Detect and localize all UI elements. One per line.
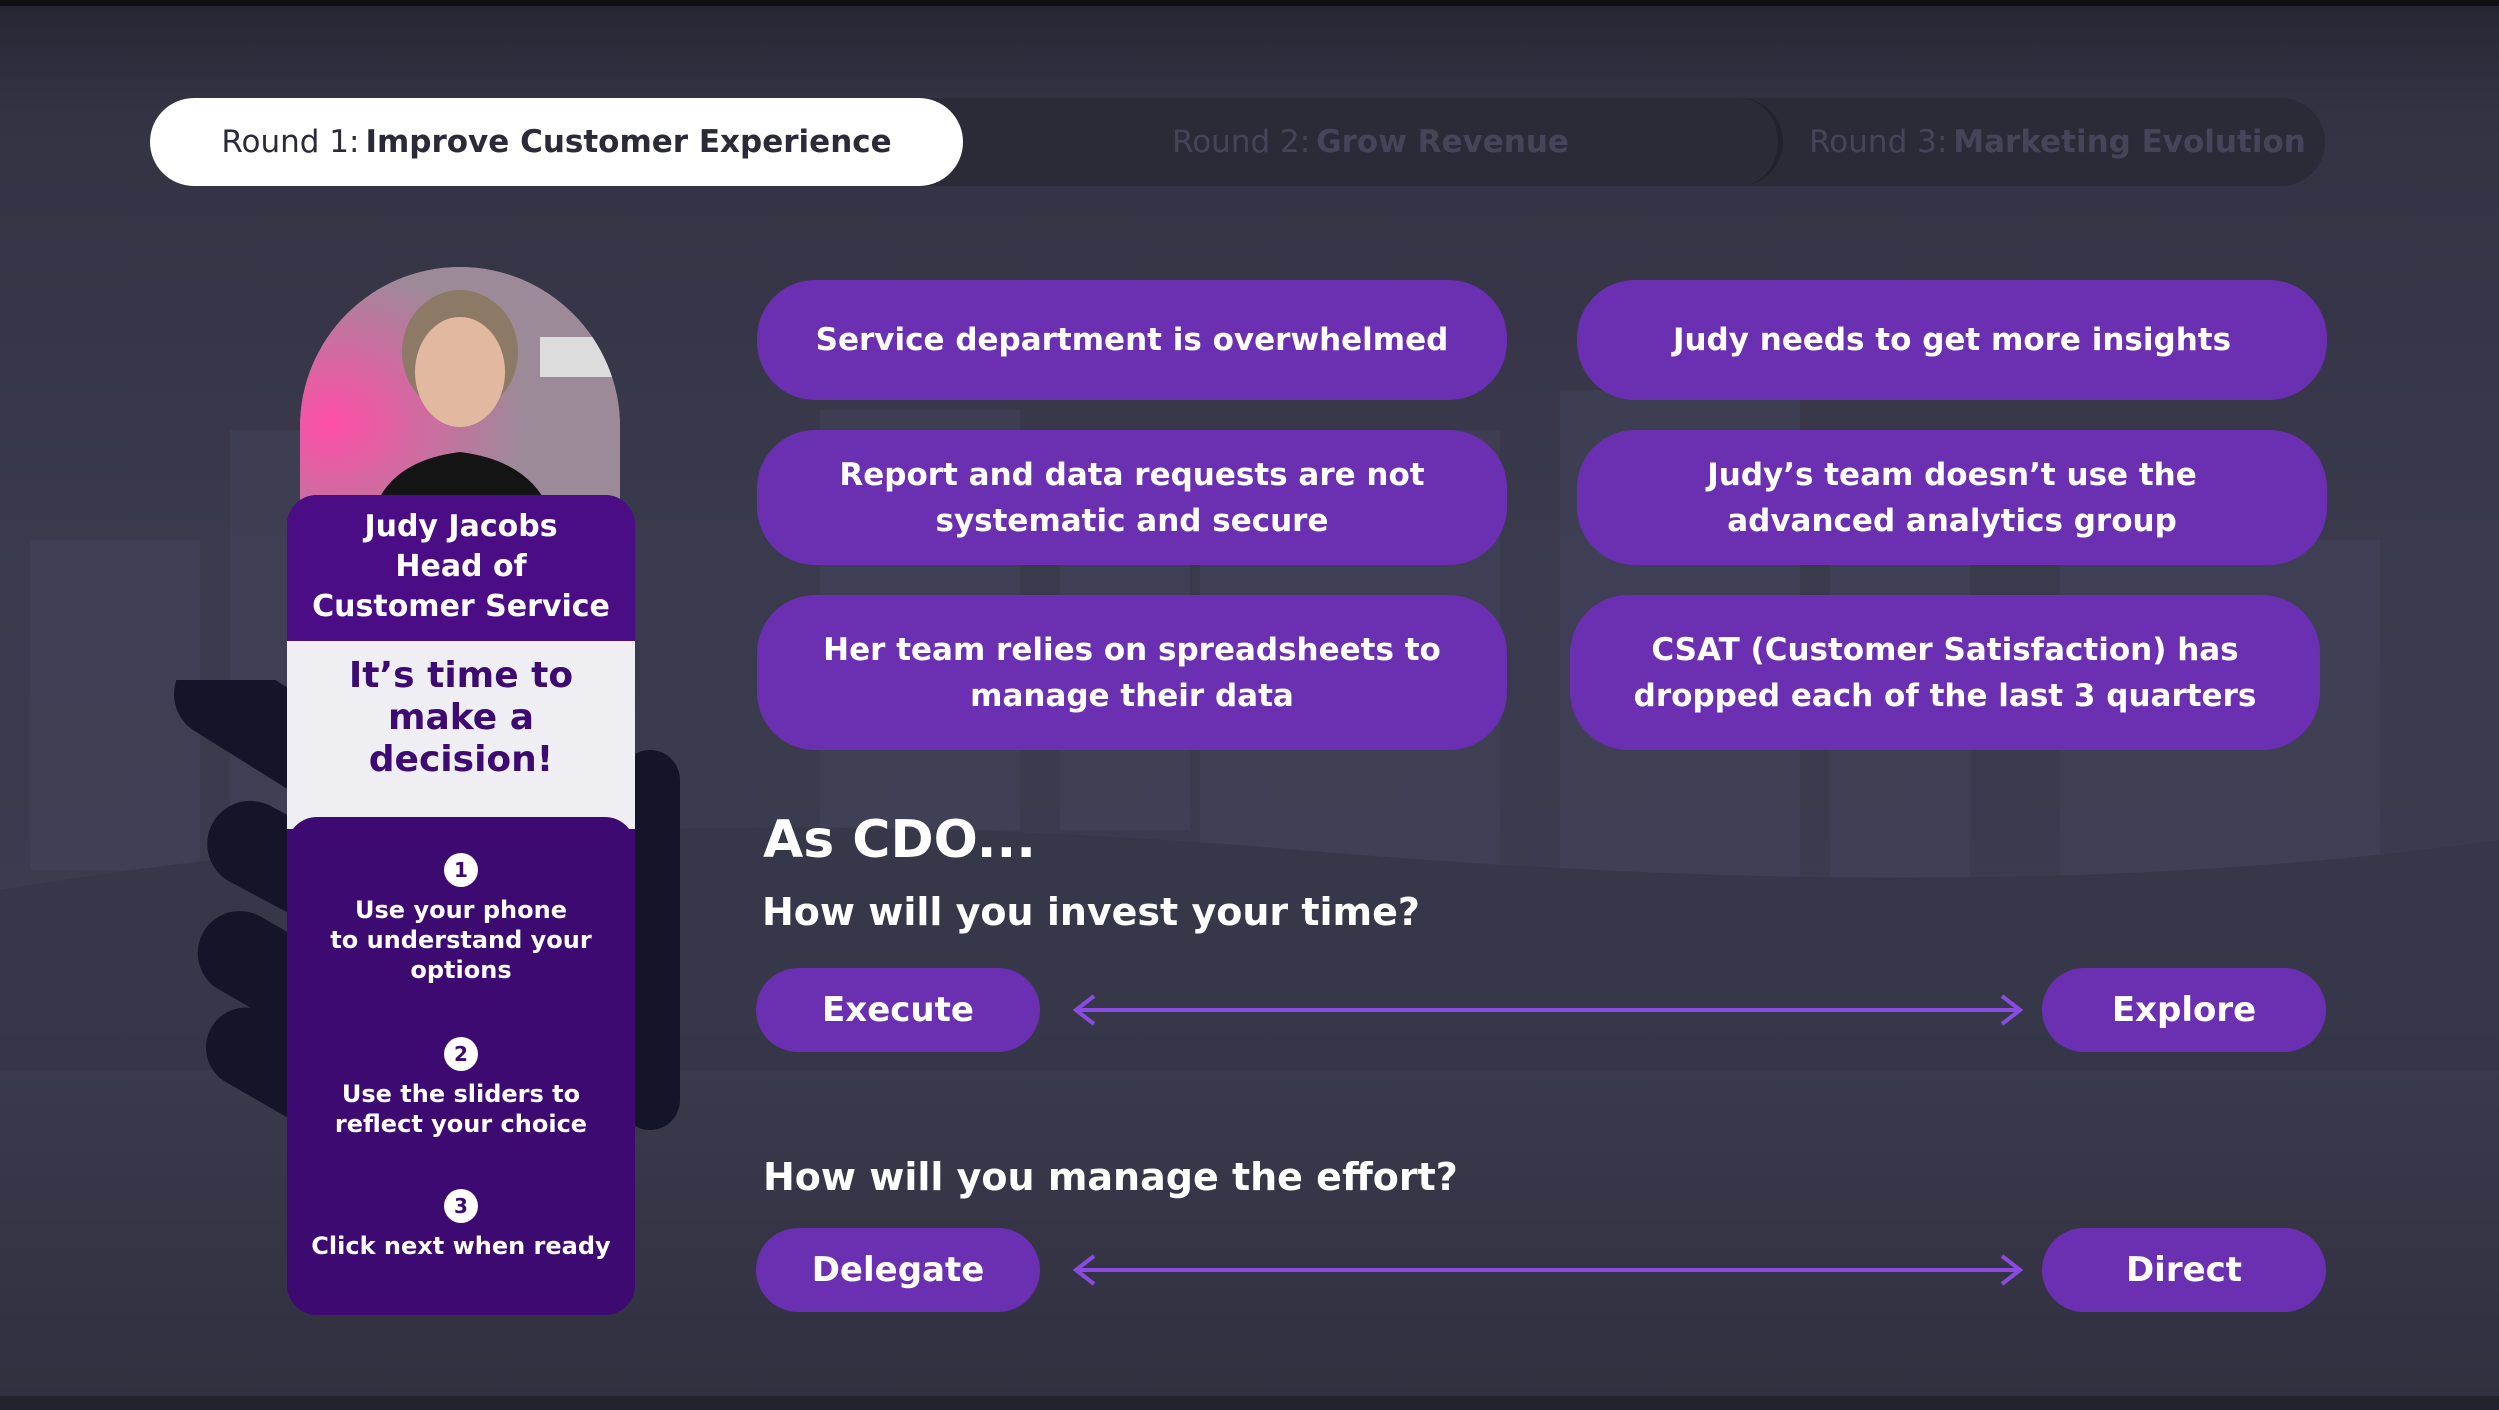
tab-round-1[interactable]: Round 1: Improve Customer Experience [150, 98, 963, 186]
delegate-button[interactable]: Delegate [756, 1228, 1040, 1312]
issue-pill: Judy needs to get more insights [1577, 280, 2327, 400]
effort-slider-track[interactable] [1068, 1250, 2028, 1290]
prompt-line3: decision! [368, 739, 554, 780]
round-tabs: Round 1: Improve Customer Experience Rou… [150, 98, 2325, 186]
instruction-card: Judy Jacobs Head of Customer Service It’… [287, 495, 635, 1315]
step-2-line1: Use the sliders to [341, 1080, 581, 1108]
bottom-edge [0, 1396, 2499, 1410]
issue-pill: CSAT (Customer Satisfaction) has dropped… [1570, 595, 2320, 750]
issue-pill: Service department is overwhelmed [757, 280, 1507, 400]
step-3-line1: Click next when ready [311, 1232, 611, 1260]
question-2: How will you manage the effort? [763, 1155, 1458, 1199]
top-edge [0, 0, 2499, 6]
role-heading: As CDO... [763, 810, 1036, 870]
issue-text-line1: Report and data requests are not [839, 456, 1425, 493]
step-2-line2: reflect your choice [334, 1110, 588, 1138]
step-1-line2: to understand your [330, 926, 592, 954]
step-3-number: 3 [444, 1189, 478, 1223]
step-2-number: 2 [444, 1037, 478, 1071]
prompt-line2: make a [387, 697, 535, 738]
issue-text-line1: Her team relies on spreadsheets to [823, 631, 1441, 668]
direct-button[interactable]: Direct [2042, 1228, 2326, 1312]
issue-pill: Judy’s team doesn’t use the advanced ana… [1577, 430, 2327, 565]
issue-text-line2: manage their data [970, 677, 1294, 714]
tab-round-2-title: Grow Revenue [1316, 124, 1569, 160]
persona-role-line2: Customer Service [312, 589, 610, 624]
step-2: 2 Use the sliders to reflect your choice [287, 1037, 635, 1139]
tab-round-1-prefix: Round 1: [221, 124, 360, 160]
step-1: 1 Use your phone to understand your opti… [287, 853, 635, 985]
tab-round-3-prefix: Round 3: [1809, 124, 1948, 160]
issue-text-line2: dropped each of the last 3 quarters [1633, 677, 2257, 714]
explore-button[interactable]: Explore [2042, 968, 2326, 1052]
tab-round-3-title: Marketing Evolution [1953, 124, 2306, 160]
decision-prompt: It’s time to make a decision! [287, 641, 635, 829]
tab-round-2-prefix: Round 2: [1172, 124, 1311, 160]
persona-role-line1: Head of [395, 549, 527, 584]
issue-pill: Report and data requests are not systema… [757, 430, 1507, 565]
question-1: How will you invest your time? [762, 890, 1420, 934]
tab-round-2[interactable]: Round 2: Grow Revenue [963, 98, 1783, 186]
tab-round-3[interactable]: Round 3: Marketing Evolution [1790, 98, 2325, 186]
issue-text: Service department is overwhelmed [815, 322, 1449, 358]
step-3: 3 Click next when ready [287, 1189, 635, 1261]
persona-header: Judy Jacobs Head of Customer Service [287, 495, 635, 641]
time-slider-track[interactable] [1068, 990, 2028, 1030]
persona-name: Judy Jacobs [364, 509, 558, 544]
step-1-line1: Use your phone [355, 896, 567, 924]
steps-panel: 1 Use your phone to understand your opti… [287, 817, 635, 1315]
tab-round-1-title: Improve Customer Experience [365, 124, 892, 160]
issue-text-line1: CSAT (Customer Satisfaction) has [1651, 631, 2239, 668]
step-1-line3: options [410, 956, 512, 984]
issue-text-line1: Judy’s team doesn’t use the [1707, 456, 2197, 493]
issue-text: Judy needs to get more insights [1672, 322, 2232, 358]
execute-button[interactable]: Execute [756, 968, 1040, 1052]
issue-pill: Her team relies on spreadsheets to manag… [757, 595, 1507, 750]
prompt-line1: It’s time to [348, 655, 574, 696]
issue-text-line2: systematic and secure [935, 502, 1329, 539]
step-1-number: 1 [444, 853, 478, 887]
issue-text-line2: advanced analytics group [1727, 502, 2177, 539]
